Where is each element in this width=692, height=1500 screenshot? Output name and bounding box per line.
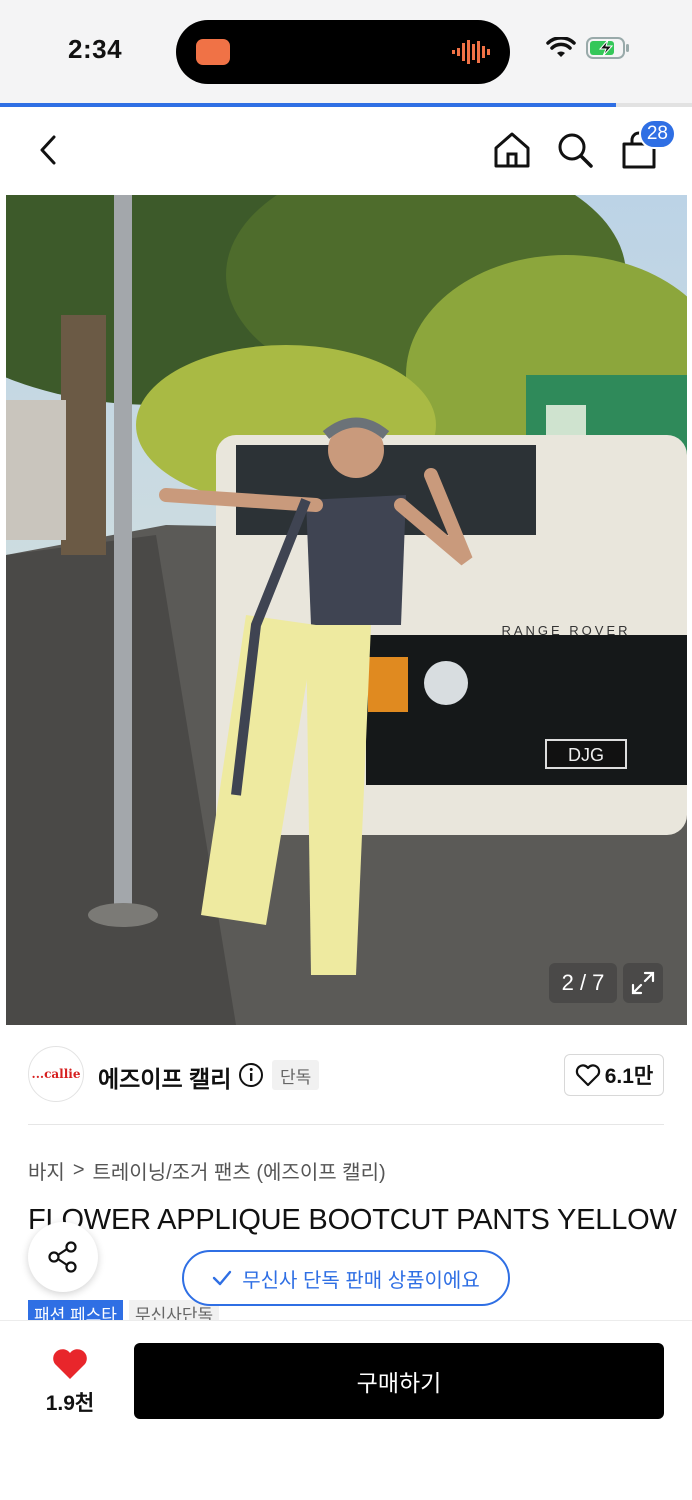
- wifi-icon: [546, 37, 576, 57]
- top-navigation: 28: [0, 107, 692, 195]
- status-bar: 2:34: [0, 0, 692, 104]
- check-icon: [213, 1270, 232, 1286]
- breadcrumb: 바지 > 트레이닝/조거 팬츠 (에즈이프 캘리): [28, 1156, 386, 1185]
- cart-count-badge: 28: [638, 119, 676, 149]
- home-icon: [494, 132, 530, 168]
- dynamic-island: [176, 20, 510, 84]
- product-image[interactable]: DJG RANGE ROVER 2 / 7: [6, 195, 687, 1025]
- breadcrumb-category[interactable]: 바지: [28, 1156, 65, 1185]
- brand-name[interactable]: 에즈이프 캘리: [98, 1060, 231, 1094]
- expand-icon: [631, 971, 655, 995]
- heart-filled-icon: [53, 1349, 87, 1379]
- image-counter: 2 / 7: [549, 963, 617, 1003]
- breadcrumb-separator: >: [72, 1159, 85, 1181]
- cart-button[interactable]: 28: [614, 119, 676, 175]
- status-time: 2:34: [68, 34, 123, 64]
- product-photo: DJG RANGE ROVER: [6, 195, 687, 1025]
- bottom-action-bar: 1.9천 구매하기: [0, 1320, 692, 1500]
- wish-button[interactable]: 1.9천: [34, 1347, 106, 1417]
- back-icon: [40, 135, 56, 165]
- audio-wave-icon: [452, 40, 490, 64]
- buy-button[interactable]: 구매하기: [134, 1343, 664, 1419]
- heart-outline-icon: [575, 1064, 600, 1087]
- home-button[interactable]: [487, 125, 537, 175]
- expand-image-button[interactable]: [623, 963, 663, 1003]
- svg-text:RANGE ROVER: RANGE ROVER: [501, 623, 630, 638]
- search-icon: [558, 133, 593, 168]
- info-icon[interactable]: [238, 1062, 264, 1088]
- battery-icon: [586, 37, 629, 59]
- brand-like-button[interactable]: 6.1만: [564, 1054, 664, 1096]
- divider: [28, 1124, 664, 1125]
- svg-text:DJG: DJG: [568, 745, 604, 765]
- back-button[interactable]: [24, 125, 74, 175]
- brand-like-count: 6.1만: [604, 1065, 654, 1088]
- brand-row: ...callie 에즈이프 캘리 단독 6.1만: [28, 1046, 664, 1106]
- search-button[interactable]: [550, 125, 600, 175]
- voice-memo-app-icon: [196, 39, 230, 65]
- exclusive-tag: 단독: [272, 1060, 320, 1090]
- exclusive-notice-pill[interactable]: 무신사 단독 판매 상품이에요: [182, 1250, 510, 1306]
- wish-count: 1.9천: [45, 1392, 95, 1415]
- exclusive-notice-text: 무신사 단독 판매 상품이에요: [242, 1269, 480, 1292]
- breadcrumb-subcategory[interactable]: 트레이닝/조거 팬츠 (에즈이프 캘리): [93, 1156, 386, 1185]
- share-icon: [48, 1241, 77, 1273]
- brand-logo[interactable]: ...callie: [28, 1046, 84, 1102]
- product-title: FLOWER APPLIQUE BOOTCUT PANTS YELLOW: [28, 1204, 677, 1236]
- share-button[interactable]: [28, 1222, 98, 1292]
